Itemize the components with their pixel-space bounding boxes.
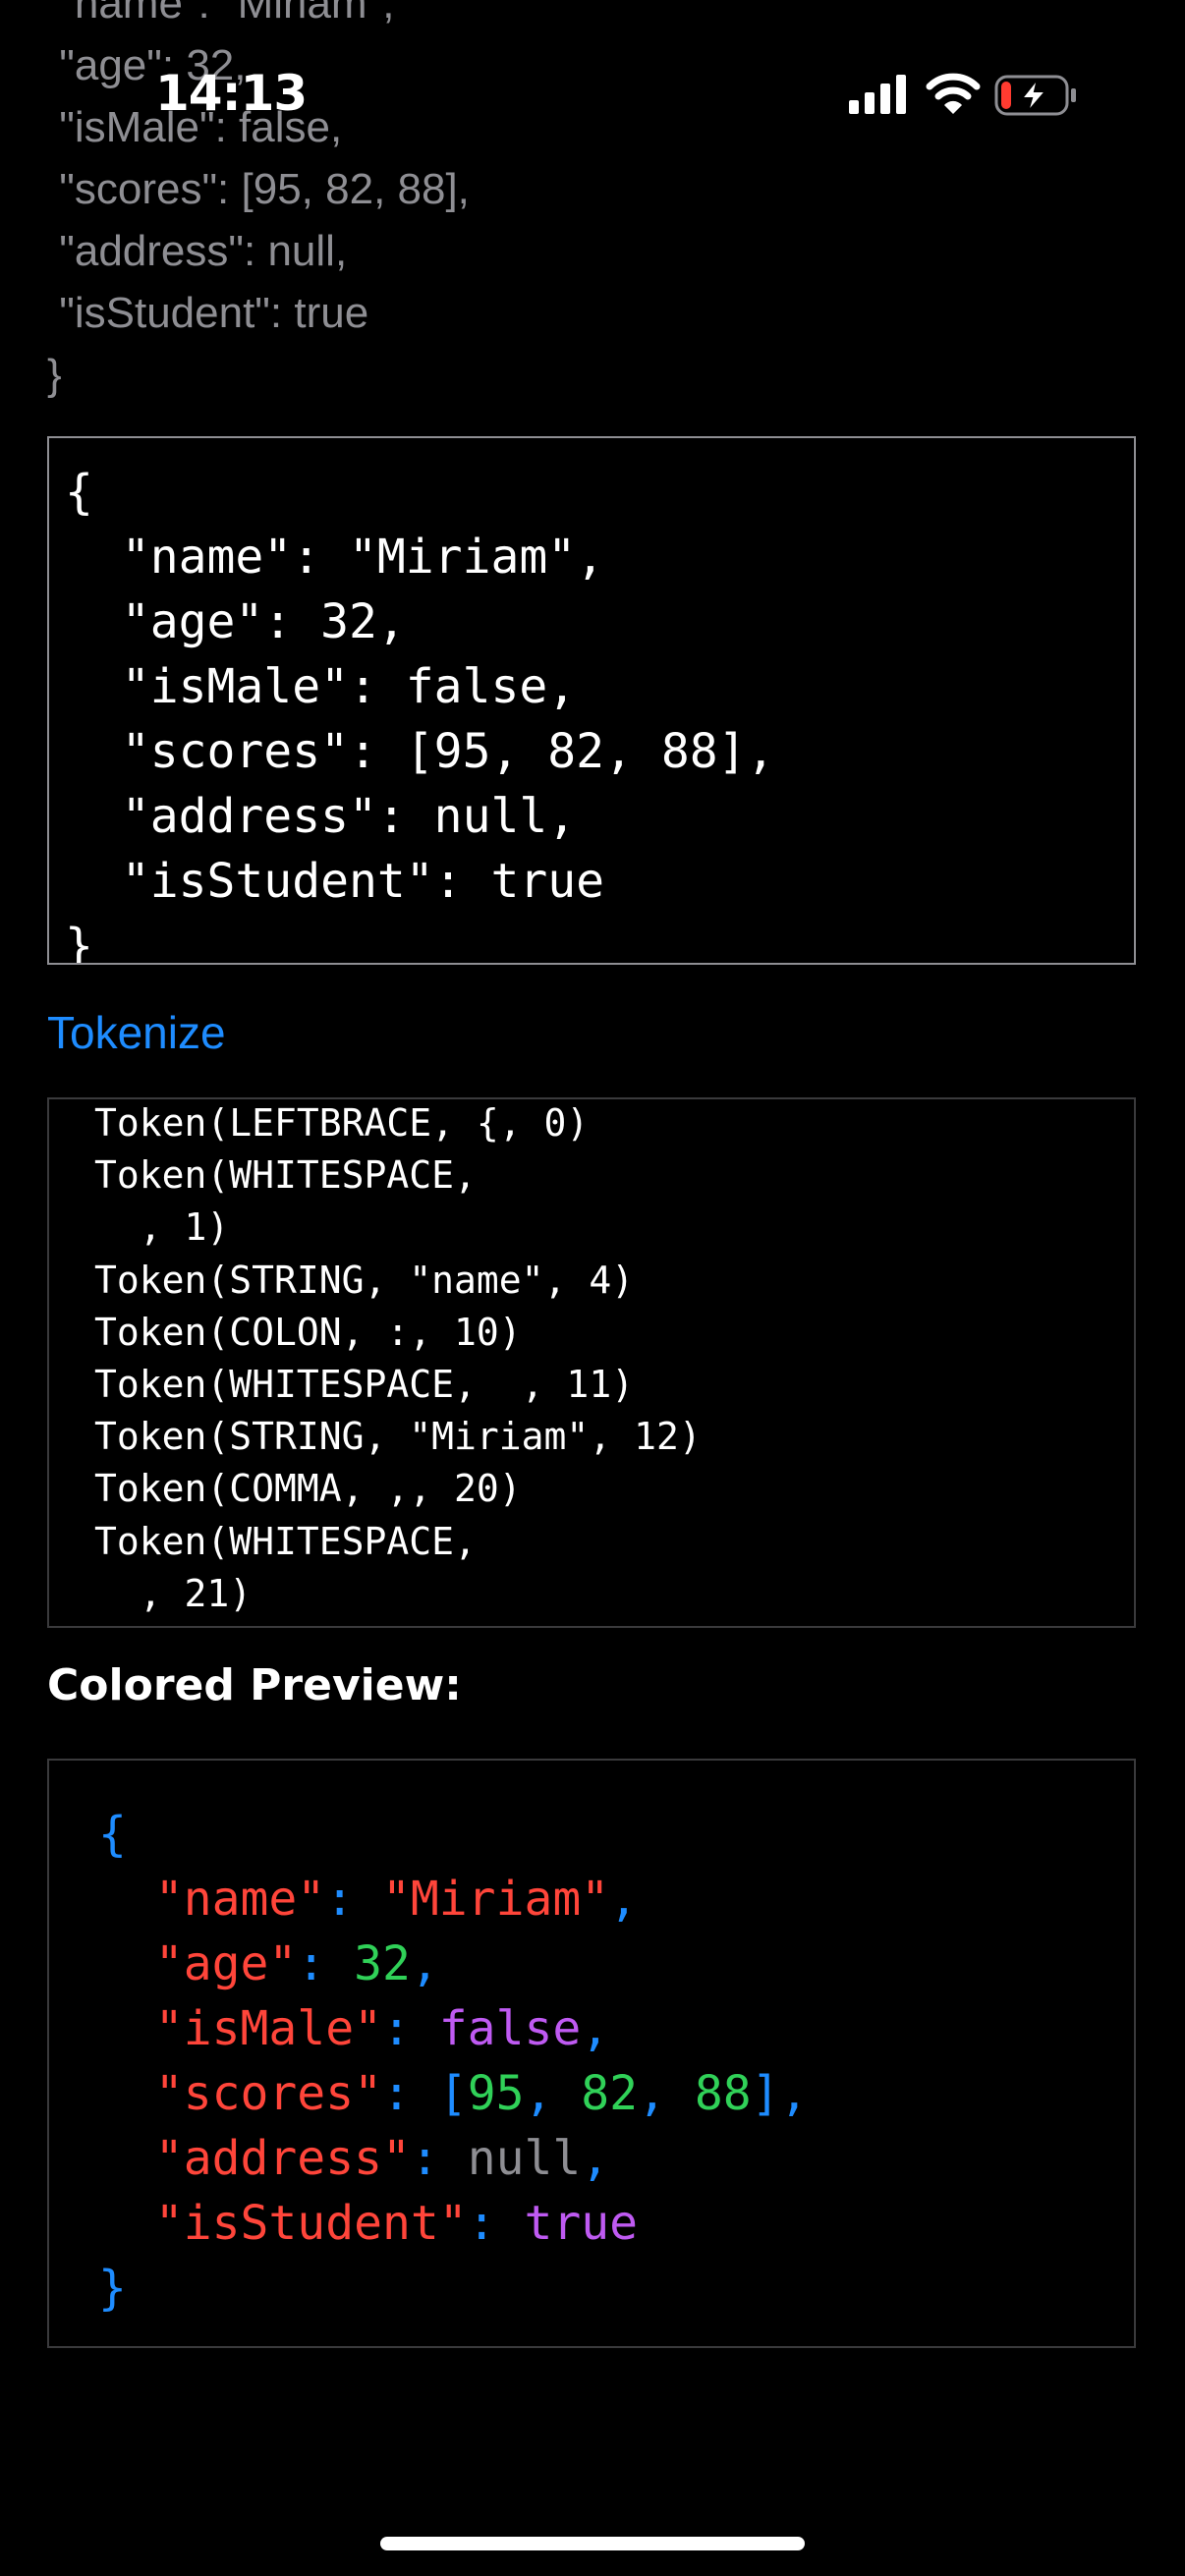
preview-token-string: "address" [154,2131,411,2186]
preview-line: "isStudent": true [98,2196,638,2251]
colored-preview-panel: { "name": "Miriam", "age": 32, "isMale":… [47,1759,1136,2348]
preview-token-string: "Miriam" [381,1872,610,1927]
colored-preview-code: { "name": "Miriam", "age": 32, "isMale":… [49,1761,1134,2321]
preview-token-punctuation: : [297,1936,355,1991]
preview-token-punctuation: : [ [381,2066,468,2121]
preview-token-punctuation [98,1936,155,1991]
preview-token-string: "scores" [154,2066,382,2121]
preview-token-punctuation: , [524,2066,582,2121]
preview-line: "name": "Miriam", [98,1872,638,1927]
preview-token-boolean: false [438,2001,582,2056]
token-output-panel[interactable]: Token(LEFTBRACE, {, 0) Token(WHITESPACE,… [47,1097,1136,1628]
preview-token-punctuation [98,2131,155,2186]
preview-token-punctuation: , [410,1936,439,1991]
wifi-icon [926,73,981,114]
preview-line: "isMale": false, [98,2001,609,2056]
preview-token-number: 88 [694,2066,752,2121]
preview-token-string: "isMale" [154,2001,382,2056]
token-output-text: Token(LEFTBRACE, {, 0) Token(WHITESPACE,… [94,1101,702,1626]
colored-preview-heading: Colored Preview: [47,1660,462,1710]
home-indicator[interactable] [380,2537,805,2550]
cellular-signal-icon [849,75,906,114]
preview-token-punctuation: } [98,2261,127,2316]
preview-line: "age": 32, [98,1936,439,1991]
preview-line: { [98,1807,127,1862]
preview-token-punctuation: , [638,2066,695,2121]
json-input-editor[interactable]: { "name": "Miriam", "age": 32, "isMale":… [47,436,1136,965]
preview-token-punctuation: { [98,1807,127,1862]
preview-token-string: "name" [154,1872,326,1927]
preview-token-boolean: true [524,2196,639,2251]
preview-token-punctuation: ], [751,2066,809,2121]
preview-token-string: "isStudent" [154,2196,468,2251]
preview-token-punctuation: , [609,1872,639,1927]
status-time: 14:13 [155,65,308,122]
preview-token-string: "age" [154,1936,298,1991]
preview-token-number: 82 [581,2066,639,2121]
json-input-text[interactable]: { "name": "Miriam", "age": 32, "isMale":… [49,438,1134,963]
preview-line: } [98,2261,127,2316]
preview-line: "address": null, [98,2131,609,2186]
preview-token-punctuation: : [410,2131,468,2186]
preview-token-punctuation: : [381,2001,439,2056]
battery-charging-icon [994,75,1076,116]
preview-token-null: null [467,2131,582,2186]
tokenize-button[interactable]: Tokenize [47,1006,226,1059]
preview-token-number: 95 [467,2066,525,2121]
preview-token-punctuation [98,2066,155,2121]
preview-token-punctuation [98,2196,155,2251]
preview-token-punctuation: : [325,1872,382,1927]
preview-token-punctuation [98,2001,155,2056]
preview-token-punctuation: : [467,2196,525,2251]
preview-line: "scores": [95, 82, 88], [98,2066,809,2121]
preview-token-number: 32 [354,1936,411,1991]
preview-token-punctuation: , [581,2131,610,2186]
scrolled-json-text: "name": "Miriam", "age": 32, "isMale": f… [47,0,470,399]
preview-token-punctuation [98,1872,155,1927]
preview-token-punctuation: , [581,2001,610,2056]
